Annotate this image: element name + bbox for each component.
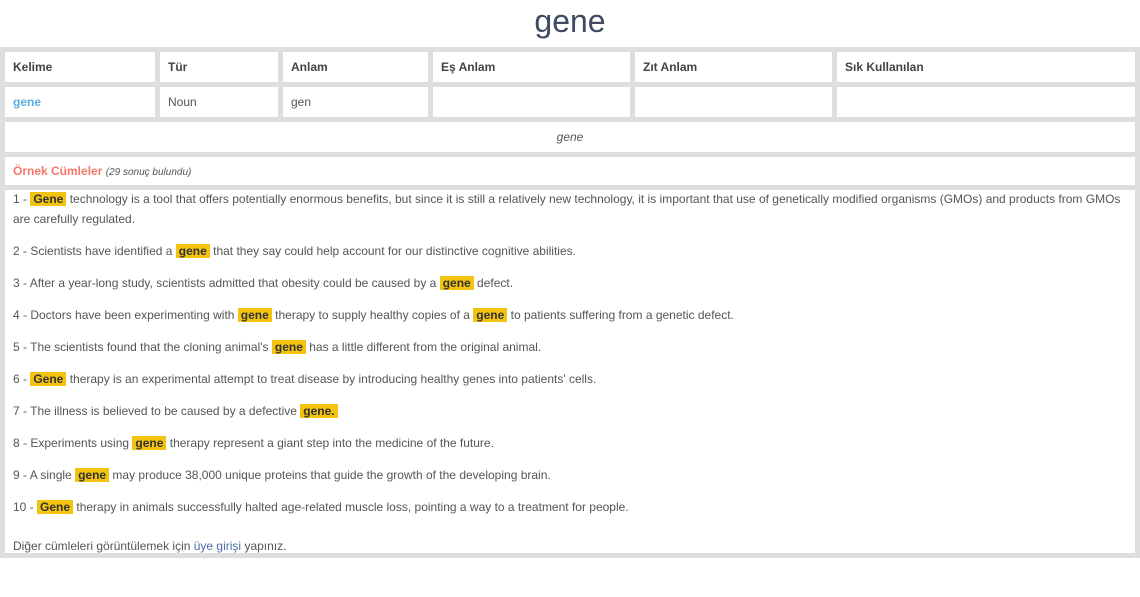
sentence-number: 10 - xyxy=(13,499,38,514)
sentence-text: that they say could help account for our… xyxy=(209,243,576,258)
highlighted-keyword: gene xyxy=(271,339,306,354)
cell-sik-kullanilan xyxy=(837,87,1135,117)
sentence-text: The illness is believed to be caused by … xyxy=(30,403,301,418)
header-anlam: Anlam xyxy=(283,52,428,82)
example-sentence: 5 - The scientists found that the clonin… xyxy=(13,338,1127,358)
definition-row: gene xyxy=(5,122,1135,152)
sentence-number: 8 - xyxy=(13,435,31,450)
sentence-text: may produce 38,000 unique proteins that … xyxy=(109,467,551,482)
sentence-text: technology is a tool that offers potenti… xyxy=(13,192,1121,226)
table-header-row: Kelime Tür Anlam Eş Anlam Zıt Anlam Sık … xyxy=(5,52,1135,82)
sentence-number: 6 - xyxy=(13,371,31,386)
sentence-text: Experiments using xyxy=(30,435,133,450)
highlighted-keyword: gene xyxy=(439,275,474,290)
login-note: Diğer cümleleri görüntülemek için üye gi… xyxy=(13,539,1127,553)
sentence-text: defect. xyxy=(473,275,514,290)
sentence-number: 9 - xyxy=(13,467,30,482)
sentence-list: 1 - Gene technology is a tool that offer… xyxy=(5,190,1135,553)
header-zit-anlam: Zıt Anlam xyxy=(635,52,832,82)
highlighted-keyword: gene xyxy=(75,467,110,482)
sentence-text: therapy in animals successfully halted a… xyxy=(73,499,629,514)
example-sentence: 8 - Experiments using gene therapy repre… xyxy=(13,434,1127,454)
sentence-text: therapy to supply healthy copies of a xyxy=(271,307,474,322)
sentence-number: 2 - xyxy=(13,243,31,258)
page-title: gene xyxy=(534,3,606,39)
examples-body-row: 1 - Gene technology is a tool that offer… xyxy=(5,190,1135,553)
sentence-text: Scientists have identified a xyxy=(30,243,176,258)
login-link[interactable]: üye girişi xyxy=(194,539,241,553)
highlighted-keyword: gene xyxy=(473,307,508,322)
cell-es-anlam xyxy=(433,87,630,117)
example-sentence: 6 - Gene therapy is an experimental atte… xyxy=(13,370,1127,390)
word-link[interactable]: gene xyxy=(5,87,155,117)
sentence-text: to patients suffering from a genetic def… xyxy=(507,307,734,322)
definition-text: gene xyxy=(5,122,1135,152)
cell-tur: Noun xyxy=(160,87,278,117)
sentence-number: 5 - xyxy=(13,339,31,354)
highlighted-keyword: gene. xyxy=(300,403,338,418)
login-note-after: yapınız. xyxy=(241,539,287,553)
header-es-anlam: Eş Anlam xyxy=(433,52,630,82)
header-sik-kullanilan: Sık Kullanılan xyxy=(837,52,1135,82)
sentence-text: A single xyxy=(29,467,76,482)
examples-label: Örnek Cümleler xyxy=(13,164,103,178)
examples-count: (29 sonuç bulundu) xyxy=(105,167,192,178)
highlighted-keyword: Gene xyxy=(30,371,67,386)
example-sentence: 1 - Gene technology is a tool that offer… xyxy=(13,190,1127,229)
example-sentence: 4 - Doctors have been experimenting with… xyxy=(13,306,1127,326)
sentence-number: 1 - xyxy=(13,192,31,206)
example-sentence: 3 - After a year-long study, scientists … xyxy=(13,274,1127,294)
highlighted-keyword: gene xyxy=(175,243,210,258)
example-sentence: 10 - Gene therapy in animals successfull… xyxy=(13,498,1127,518)
cell-anlam: gen xyxy=(283,87,428,117)
sentence-text: therapy represent a giant step into the … xyxy=(166,435,494,450)
header-kelime: Kelime xyxy=(5,52,155,82)
example-sentence: 7 - The illness is believed to be caused… xyxy=(13,402,1127,422)
highlighted-keyword: gene xyxy=(132,435,167,450)
sentence-text: therapy is an experimental attempt to tr… xyxy=(66,371,597,386)
highlighted-keyword: gene xyxy=(237,307,272,322)
sentence-text: has a little different from the original… xyxy=(305,339,542,354)
sentence-text: Doctors have been experimenting with xyxy=(30,307,238,322)
examples-header: Örnek Cümleler (29 sonuç bulundu) xyxy=(5,157,1135,185)
highlighted-keyword: Gene xyxy=(30,192,67,206)
dictionary-table: Kelime Tür Anlam Eş Anlam Zıt Anlam Sık … xyxy=(0,47,1140,558)
sentence-number: 7 - xyxy=(13,403,31,418)
highlighted-keyword: Gene xyxy=(37,499,74,514)
sentence-number: 3 - xyxy=(13,275,30,290)
sentence-number: 4 - xyxy=(13,307,31,322)
examples-header-row: Örnek Cümleler (29 sonuç bulundu) xyxy=(5,157,1135,185)
sentence-text: The scientists found that the cloning an… xyxy=(30,339,272,354)
table-row: gene Noun gen xyxy=(5,87,1135,117)
example-sentence: 9 - A single gene may produce 38,000 uni… xyxy=(13,466,1127,486)
cell-zit-anlam xyxy=(635,87,832,117)
sentence-text: After a year-long study, scientists admi… xyxy=(29,275,440,290)
example-sentence: 2 - Scientists have identified a gene th… xyxy=(13,242,1127,262)
header-tur: Tür xyxy=(160,52,278,82)
login-note-before: Diğer cümleleri görüntülemek için xyxy=(13,539,194,553)
